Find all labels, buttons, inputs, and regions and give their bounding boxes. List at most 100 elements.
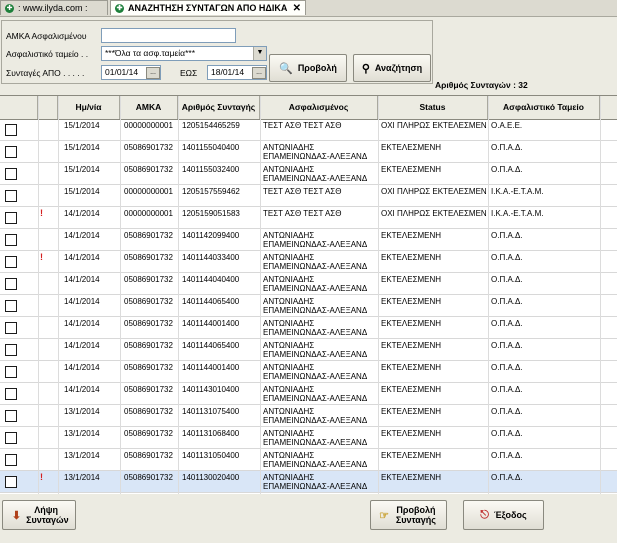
row-checkbox[interactable]	[5, 366, 17, 378]
cell-status: ΕΚΤΕΛΕΣΜΕΝΗ	[381, 253, 442, 262]
close-icon[interactable]: ✕	[293, 3, 301, 14]
cell-prescription-number: 1401144033400	[182, 253, 240, 262]
cell-status: ΟΧΙ ΠΛΗΡΩΣ ΕΚΤΕΛΕΣΜΕΝΗ	[381, 209, 487, 218]
table-row[interactable]: 15/1/2014 05086901732 1401155040400 ΑΝΤΩΝΙΑ…	[0, 141, 617, 163]
table-row[interactable]: 14/1/2014 05086901732 1401144001400 ΑΝΤΩΝΙΑ…	[0, 361, 617, 383]
insured-line-1: ΤΕΣΤ ΑΣΘ ΤΕΣΤ ΑΣΘ	[263, 121, 342, 130]
search-button[interactable]: ⚲ Αναζήτηση	[353, 54, 431, 82]
cell-insured: ΑΝΤΩΝΙΑΔΗΣ ΕΠΑΜΕΙΝΩΝΔΑΣ-ΑΛΕΞΑΝΔ	[263, 473, 377, 491]
table-row[interactable]: 14/1/2014 05086901732 1401144065400 ΑΝΤΩΝΙΑ…	[0, 295, 617, 317]
cell-prescription-number: 1401144065400	[182, 341, 240, 350]
row-checkbox[interactable]	[5, 454, 17, 466]
header-insured[interactable]: Ασφαλισμένος	[260, 96, 378, 119]
table-row[interactable]: 13/1/2014 05086901732 1401131050400 ΑΝΤΩΝΙΑ…	[0, 449, 617, 471]
insured-line-2: ΕΠΑΜΕΙΝΩΝΔΑΣ-ΑΛΕΞΑΝΔ	[263, 460, 368, 469]
table-row[interactable]: 15/1/2014 00000000001 1205154465259 ΤΕΣΤ ΑΣ…	[0, 119, 617, 141]
insured-line-1: ΑΝΤΩΝΙΑΔΗΣ	[263, 363, 315, 372]
to-date-picker-button[interactable]: ...	[252, 67, 266, 79]
row-checkbox[interactable]	[5, 344, 17, 356]
table-row[interactable]: 14/1/2014 05086901732 1401143010400 ΑΝΤΩΝΙΑ…	[0, 383, 617, 405]
warning-flag-icon: !	[40, 208, 43, 218]
cell-amka: 00000000001	[124, 121, 173, 130]
fund-select-value: ***Όλα τα ασφ.ταμεία***	[105, 48, 196, 58]
insured-line-1: ΑΝΤΩΝΙΑΔΗΣ	[263, 231, 315, 240]
cell-fund: Ο.Π.Α.Δ.	[491, 407, 523, 416]
cell-fund: Ο.Π.Α.Δ.	[491, 473, 523, 482]
cell-fund: Ο.Π.Α.Δ.	[491, 297, 523, 306]
cell-date: 15/1/2014	[64, 165, 100, 174]
cell-insured: ΤΕΣΤ ΑΣΘ ΤΕΣΤ ΑΣΘ	[263, 121, 377, 130]
row-checkbox[interactable]	[5, 322, 17, 334]
insured-line-1: ΑΝΤΩΝΙΑΔΗΣ	[263, 407, 315, 416]
cell-amka: 05086901732	[124, 253, 173, 262]
cell-fund: Ο.Π.Α.Δ.	[491, 143, 523, 152]
cell-date: 14/1/2014	[64, 253, 100, 262]
row-checkbox[interactable]	[5, 300, 17, 312]
tab-prescription-search[interactable]: ✚ ΑΝΑΖΗΤΗΣΗ ΣΥΝΤΑΓΩΝ ΑΠΟ ΗΔΙΚΑ ✕	[110, 0, 306, 15]
cell-prescription-number: 1401130020400	[182, 473, 240, 482]
cell-date: 14/1/2014	[64, 297, 100, 306]
insured-line-1: ΤΕΣΤ ΑΣΘ ΤΕΣΤ ΑΣΘ	[263, 209, 342, 218]
cell-status: ΕΚΤΕΛΕΣΜΕΝΗ	[381, 341, 442, 350]
table-row[interactable]: 14/1/2014 05086901732 1401144001400 ΑΝΤΩΝΙΑ…	[0, 317, 617, 339]
row-checkbox[interactable]	[5, 234, 17, 246]
table-row[interactable]: 13/1/2014 05086901732 1401131075400 ΑΝΤΩΝΙΑ…	[0, 405, 617, 427]
view-prescription-button[interactable]: ☞ Προβολή Συνταγής	[370, 500, 447, 530]
row-checkbox[interactable]	[5, 212, 17, 224]
from-date-picker-button[interactable]: ...	[146, 67, 160, 79]
table-row[interactable]: 14/1/2014 05086901732 1401144065400 ΑΝΤΩΝΙΑ…	[0, 339, 617, 361]
table-row[interactable]: 15/1/2014 05086901732 1401155032400 ΑΝΤΩΝΙΑ…	[0, 163, 617, 185]
table-row[interactable]: 14/1/2014 05086901732 1401144040400 ΑΝΤΩΝΙΑ…	[0, 273, 617, 295]
row-checkbox[interactable]	[5, 124, 17, 136]
header-amka[interactable]: ΑΜΚΑ	[120, 96, 178, 119]
fetch-prescriptions-button[interactable]: ⬇ Λήψη Συνταγών	[2, 500, 76, 530]
cell-date: 14/1/2014	[64, 209, 100, 218]
row-checkbox[interactable]	[5, 278, 17, 290]
cell-status: ΟΧΙ ΠΛΗΡΩΣ ΕΚΤΕΛΕΣΜΕΝΗ	[381, 121, 487, 130]
cell-insured: ΑΝΤΩΝΙΑΔΗΣ ΕΠΑΜΕΙΝΩΝΔΑΣ-ΑΛΕΞΑΝΔ	[263, 297, 377, 315]
fund-select[interactable]: ***Όλα τα ασφ.ταμεία*** ▼	[101, 46, 267, 61]
table-row[interactable]: ! 14/1/2014 05086901732 1401144033400 ΑΝΤΩΝΙ…	[0, 251, 617, 273]
cell-fund: Ο.Π.Α.Δ.	[491, 341, 523, 350]
insured-line-2: ΕΠΑΜΕΙΝΩΝΔΑΣ-ΑΛΕΞΑΝΔ	[263, 328, 368, 337]
cell-prescription-number: 1401144001400	[182, 319, 240, 328]
header-prescription-number[interactable]: Αριθμός Συνταγής	[178, 96, 260, 119]
tab-ilyda[interactable]: ✚ : www.ilyda.com :	[0, 0, 108, 15]
header-fund[interactable]: Ασφαλιστικό Ταμείο	[488, 96, 600, 119]
tab-ilyda-label: : www.ilyda.com :	[18, 3, 88, 13]
table-row[interactable]: ! 14/1/2014 00000000001 1205159051583 ΤΕΣΤ Α…	[0, 207, 617, 229]
cell-status: ΕΚΤΕΛΕΣΜΕΝΗ	[381, 143, 442, 152]
header-status[interactable]: Status	[378, 96, 488, 119]
row-checkbox[interactable]	[5, 432, 17, 444]
table-row[interactable]: ! 13/1/2014 05086901732 1401130020400 ΑΝΤΩΝΙ…	[0, 471, 617, 493]
view-button-label: Προβολή	[297, 63, 337, 73]
chevron-down-icon[interactable]: ▼	[253, 47, 266, 60]
cell-amka: 05086901732	[124, 473, 173, 482]
cell-prescription-number: 1401155040400	[182, 143, 240, 152]
cell-prescription-number: 1401131075400	[182, 407, 240, 416]
row-checkbox[interactable]	[5, 256, 17, 268]
insured-line-2: ΕΠΑΜΕΙΝΩΝΔΑΣ-ΑΛΕΞΑΝΔ	[263, 438, 368, 447]
row-checkbox[interactable]	[5, 168, 17, 180]
header-date[interactable]: Ημ/νία	[58, 96, 120, 119]
cell-insured: ΑΝΤΩΝΙΑΔΗΣ ΕΠΑΜΕΙΝΩΝΔΑΣ-ΑΛΕΞΑΝΔ	[263, 253, 377, 271]
row-checkbox[interactable]	[5, 476, 17, 488]
row-checkbox[interactable]	[5, 190, 17, 202]
row-checkbox[interactable]	[5, 388, 17, 400]
row-checkbox[interactable]	[5, 410, 17, 422]
view-button[interactable]: 🔍 Προβολή	[269, 54, 347, 82]
table-row[interactable]: 14/1/2014 05086901732 1401142099400 ΑΝΤΩΝΙΑ…	[0, 229, 617, 251]
tab-prescription-search-label: ΑΝΑΖΗΤΗΣΗ ΣΥΝΤΑΓΩΝ ΑΠΟ ΗΔΙΚΑ	[128, 3, 288, 13]
cell-date: 14/1/2014	[64, 385, 100, 394]
amka-input[interactable]	[101, 28, 236, 43]
view-prescription-label: Προβολή Συνταγής	[395, 505, 436, 525]
table-row[interactable]: 15/1/2014 00000000001 1205157559462 ΤΕΣΤ ΑΣ…	[0, 185, 617, 207]
cell-insured: ΑΝΤΩΝΙΑΔΗΣ ΕΠΑΜΕΙΝΩΝΔΑΣ-ΑΛΕΞΑΝΔ	[263, 319, 377, 337]
binoculars-icon: ⚲	[361, 62, 370, 75]
row-checkbox[interactable]	[5, 146, 17, 158]
to-date-value: 18/01/14	[211, 67, 245, 77]
fund-label: Ασφαλιστικό ταμείο . .	[6, 49, 89, 59]
table-row[interactable]: 13/1/2014 05086901732 1401131068400 ΑΝΤΩΝΙΑ…	[0, 427, 617, 449]
insured-line-1: ΑΝΤΩΝΙΑΔΗΣ	[263, 385, 315, 394]
exit-button[interactable]: ⎋ Έξοδος	[463, 500, 544, 530]
